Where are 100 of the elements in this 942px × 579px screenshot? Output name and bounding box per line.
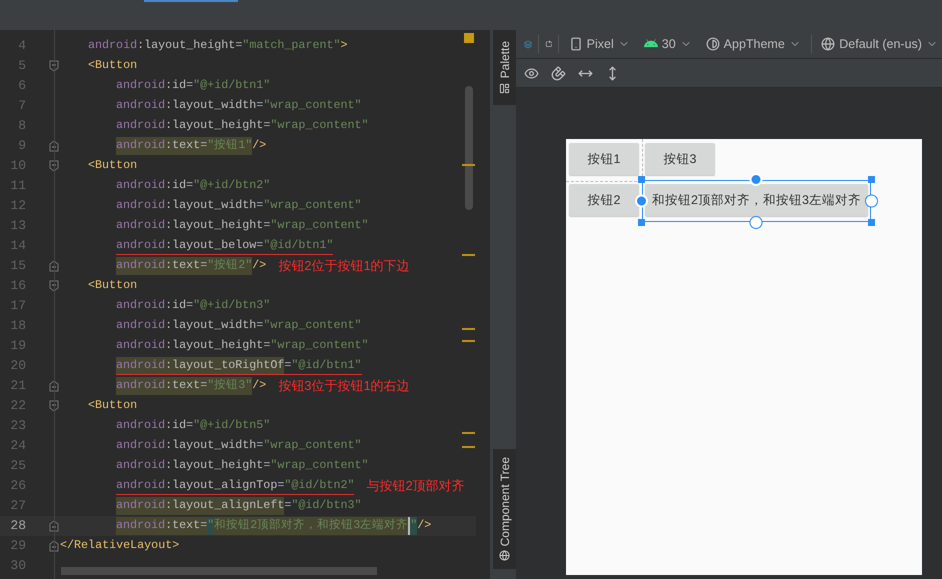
line-number: 11	[9, 177, 26, 196]
resize-handle-icon	[638, 219, 645, 226]
line-number: 4	[17, 37, 26, 56]
line-number: 29	[9, 537, 26, 556]
side-tab[interactable]: Palette	[493, 30, 516, 105]
code-token: =	[235, 37, 242, 54]
code-token: "@id/btn1"	[291, 356, 362, 374]
theme-icon	[706, 37, 720, 51]
preview-button[interactable]: 按钮1	[569, 143, 639, 175]
code-token: android	[116, 257, 166, 275]
eye-icon	[524, 66, 539, 80]
code-token: "match_parent"	[242, 37, 341, 54]
code-token: <Button	[88, 277, 138, 294]
side-tab[interactable]: Component Tree	[493, 449, 516, 569]
line-number: 8	[17, 117, 26, 136]
locale-dropdown[interactable]: Default (en-us)	[817, 34, 942, 54]
code-token: <Button	[88, 397, 138, 414]
code-token: "	[207, 517, 214, 535]
horizontal-scrollbar[interactable]	[61, 567, 377, 575]
line-number: 9	[17, 137, 26, 156]
resize-handle-icon	[638, 176, 645, 183]
line-number: 25	[9, 457, 26, 476]
scrollbar-thumb[interactable]	[465, 86, 473, 210]
annotation-text: 按钮2位于按钮1的下边	[278, 257, 410, 276]
line-number: 5	[17, 57, 26, 76]
code-token: :layout_width	[165, 97, 256, 114]
code-token: "@+id/btn2"	[193, 177, 270, 194]
code-token: "wrap_content"	[270, 117, 369, 134]
line-number: 10	[9, 157, 26, 176]
theme-dropdown[interactable]: AppTheme	[702, 34, 805, 54]
annotation-text: 与按钮2顶部对齐	[366, 477, 465, 496]
code-token: :id	[165, 297, 186, 314]
code-token: =	[256, 97, 264, 114]
preview-button[interactable]: 按钮2	[569, 184, 639, 216]
code-token: 和按钮2顶部对齐，和按钮3左端对齐	[214, 517, 408, 535]
code-token: />	[252, 257, 266, 274]
code-token: =	[200, 137, 208, 155]
code-token: =	[186, 417, 194, 434]
code-token: =	[200, 377, 208, 395]
code-token: :layout_below	[165, 236, 256, 254]
code-token: android	[116, 476, 166, 494]
line-number: 17	[9, 297, 26, 316]
code-token: =	[200, 257, 208, 275]
preview-button[interactable]: 按钮3	[645, 143, 715, 175]
line-number: 28	[9, 517, 26, 536]
code-token: android	[116, 517, 166, 535]
code-token: </RelativeLayout>	[60, 537, 180, 554]
magnet-icon	[551, 66, 566, 80]
line-number: 15	[9, 257, 26, 276]
code-token: :layout_alignLeft	[165, 497, 284, 515]
code-token: android	[116, 217, 166, 234]
code-token: :id	[165, 77, 186, 94]
code-token: :id	[165, 177, 186, 194]
code-token: <Button	[88, 57, 138, 74]
code-token: :text	[165, 517, 200, 535]
code-token: :text	[165, 257, 200, 275]
code-token: :text	[165, 377, 200, 395]
code-token: <Button	[88, 157, 138, 174]
code-token: :layout_width	[165, 437, 256, 454]
code-token: "@id/btn1"	[263, 236, 334, 254]
line-number: 22	[9, 397, 26, 416]
line-number: 21	[9, 377, 26, 396]
code-token: :layout_toRightOf	[165, 356, 284, 374]
line-number: 16	[9, 277, 26, 296]
code-token: android	[116, 417, 166, 434]
code-token: android	[116, 137, 166, 155]
code-token: =	[263, 217, 270, 234]
code-token: =	[277, 476, 284, 494]
code-token: =	[284, 497, 292, 514]
api-dropdown[interactable]: 30	[640, 34, 696, 54]
code-token: "wrap_content"	[270, 337, 369, 354]
code-token: =	[284, 356, 292, 374]
code-token: "按钮2"	[207, 257, 252, 275]
code-token: :text	[165, 137, 200, 155]
line-number: 13	[9, 217, 26, 236]
code-token: "wrap_content"	[263, 437, 362, 454]
resize-handle-icon	[868, 176, 875, 183]
code-token: "@id/btn3"	[291, 497, 362, 514]
code-token: />	[252, 377, 266, 394]
code-token: android	[116, 177, 166, 194]
code-token: android	[116, 117, 166, 134]
code-token: =	[186, 77, 194, 94]
preview-button[interactable]: 和按钮2顶部对齐，和按钮3左端对齐	[645, 184, 868, 216]
code-token: :layout_alignTop	[165, 476, 278, 494]
code-token: "wrap_content"	[270, 217, 369, 234]
annotation-text: 按钮3位于按钮1的右边	[278, 377, 410, 396]
code-token: "wrap_content"	[270, 457, 369, 474]
device-dropdown[interactable]: Pixel	[564, 34, 634, 54]
line-number: 14	[9, 237, 26, 256]
line-number: 20	[9, 357, 26, 376]
code-token: />	[252, 137, 266, 154]
code-token: android	[116, 457, 166, 474]
code-token: android	[116, 377, 166, 395]
code-token: :layout_height	[165, 457, 264, 474]
code-token: :layout_height	[165, 217, 264, 234]
code-token: "@+id/btn1"	[193, 77, 270, 94]
code-token: :layout_width	[165, 317, 256, 334]
code-token: android	[116, 77, 166, 94]
code-token: "按钮1"	[207, 137, 252, 155]
code-token: android	[116, 356, 166, 374]
